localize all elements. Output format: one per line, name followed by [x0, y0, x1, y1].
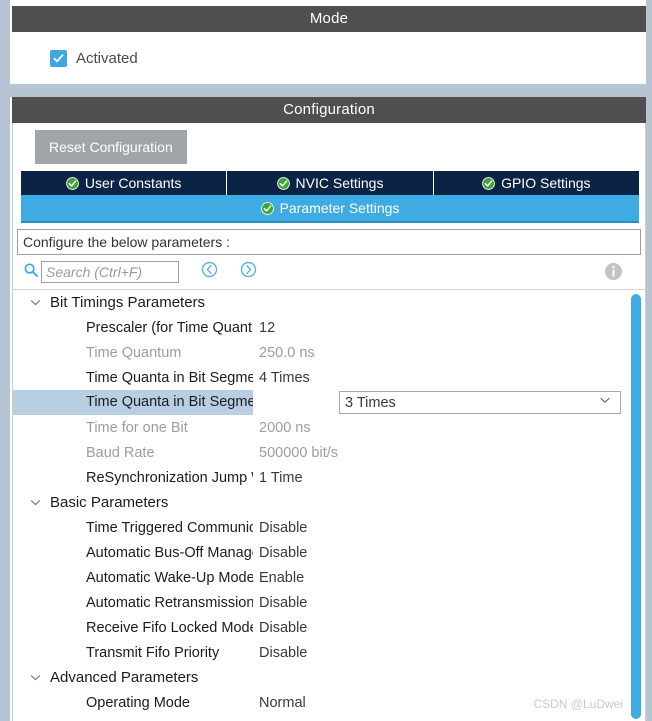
parameter-value: 12 — [259, 319, 276, 336]
activated-checkbox[interactable] — [50, 49, 67, 67]
parameter-name: Receive Fifo Locked Mode — [86, 619, 253, 636]
checkmark-icon — [53, 53, 64, 62]
parameter-name: ReSynchronization Jump Width — [86, 469, 253, 486]
parameter-value: Disable — [259, 544, 308, 561]
parameter-name: Transmit Fifo Priority — [86, 644, 220, 661]
search-next-button[interactable] — [240, 261, 257, 283]
parameter-name: Automatic Wake-Up Mode — [86, 569, 253, 586]
parameter-name: Time Quanta in Bit Segment 2 — [13, 390, 253, 415]
configure-hint-text: Configure the below parameters : — [17, 229, 641, 255]
search-toolbar — [13, 255, 645, 289]
group-label: Advanced Parameters — [50, 669, 199, 686]
search-icon — [23, 262, 39, 283]
reset-configuration-button[interactable]: Reset Configuration — [35, 130, 187, 164]
parameter-name: Time Quantum — [86, 344, 182, 361]
parameter-row[interactable]: Baud Rate 500000 bit/s — [13, 440, 645, 465]
parameter-row[interactable]: ReSynchronization Jump Width 1 Time — [13, 465, 645, 490]
reset-button-area: Reset Configuration — [13, 123, 645, 171]
parameter-name: Time Quanta in Bit Segment 1 — [86, 369, 253, 386]
activated-checkbox-label: Activated — [76, 49, 138, 67]
parameter-group-advanced-parameters[interactable]: Advanced Parameters — [13, 665, 645, 690]
green-check-icon — [482, 176, 495, 190]
parameter-row[interactable]: Time for one Bit 2000 ns — [13, 415, 645, 440]
parameter-row[interactable]: Automatic Retransmission Disable — [13, 590, 645, 615]
tab-label: NVIC Settings — [295, 175, 384, 191]
parameter-list-scrollbar[interactable] — [631, 294, 641, 719]
parameter-row[interactable]: Prescaler (for Time Quantum) 12 — [13, 315, 645, 340]
info-icon[interactable] — [604, 262, 623, 286]
parameter-combobox[interactable]: 3 Times — [339, 391, 621, 414]
chevron-down-icon[interactable] — [29, 496, 42, 509]
left-gutter — [0, 0, 10, 721]
tab-user-constants[interactable]: User Constants — [21, 171, 228, 195]
tab-gpio-settings[interactable]: GPIO Settings — [433, 171, 639, 195]
parameter-value: Disable — [259, 519, 308, 536]
tab-parameter-settings[interactable]: Parameter Settings — [21, 195, 639, 221]
tab-bar-row-1: User Constants NVIC Settings GPIO Settings — [21, 171, 639, 195]
chevron-down-icon[interactable] — [29, 296, 42, 309]
parameter-value: 3 Times — [345, 394, 396, 411]
parameter-row[interactable]: Operating Mode Normal — [13, 690, 645, 715]
tab-nvic-settings[interactable]: NVIC Settings — [227, 171, 434, 195]
parameter-value: 1 Time — [259, 469, 303, 486]
configuration-section-header: Configuration — [12, 97, 646, 123]
tab-label: GPIO Settings — [501, 175, 591, 191]
mode-section-header: Mode — [12, 6, 646, 32]
parameter-name: Prescaler (for Time Quantum) — [86, 319, 253, 336]
parameter-row[interactable]: Automatic Bus-Off Management Disable — [13, 540, 645, 565]
parameter-name: Time for one Bit — [86, 419, 188, 436]
parameter-name: Automatic Bus-Off Management — [86, 544, 253, 561]
parameter-row[interactable]: Receive Fifo Locked Mode Disable — [13, 615, 645, 640]
group-label: Bit Timings Parameters — [50, 294, 206, 311]
parameter-list: Bit Timings Parameters Prescaler (for Tim… — [13, 289, 645, 721]
parameter-row[interactable]: Time Quanta in Bit Segment 2 3 Times — [13, 390, 645, 415]
mode-section-body: Activated — [12, 32, 646, 84]
parameter-name: Operating Mode — [86, 694, 190, 711]
parameter-row[interactable]: Time Quanta in Bit Segment 1 4 Times — [13, 365, 645, 390]
parameter-value: 4 Times — [259, 369, 310, 386]
parameter-value: Enable — [259, 569, 305, 586]
parameter-value: Disable — [259, 594, 308, 611]
activated-checkbox-row[interactable]: Activated — [50, 49, 138, 67]
parameter-value: 250.0 ns — [259, 344, 315, 361]
tab-label: User Constants — [84, 175, 182, 191]
stm32cubemx-can-config-panel: Mode Activated Configuration Reset Confi… — [0, 0, 652, 721]
parameter-row[interactable]: Time Quantum 250.0 ns — [13, 340, 645, 365]
parameter-row[interactable]: Automatic Wake-Up Mode Enable — [13, 565, 645, 590]
parameter-name: Baud Rate — [86, 444, 155, 461]
tab-bar-row-2: Parameter Settings — [21, 195, 639, 223]
parameter-value: Disable — [259, 644, 308, 661]
scrollbar-thumb[interactable] — [631, 294, 641, 719]
parameter-row[interactable]: Transmit Fifo Priority Disable — [13, 640, 645, 665]
parameter-row[interactable]: Time Triggered Communication M. Disable — [13, 515, 645, 540]
parameter-value: 2000 ns — [259, 419, 311, 436]
parameter-name: Time Triggered Communication M. — [86, 519, 253, 536]
parameter-value: Normal — [259, 694, 306, 711]
green-check-icon — [276, 176, 290, 190]
chevron-down-icon[interactable] — [598, 393, 612, 412]
parameter-group-basic-parameters[interactable]: Basic Parameters — [13, 490, 645, 515]
parameter-name: Automatic Retransmission — [86, 594, 253, 611]
chevron-down-icon[interactable] — [29, 671, 42, 684]
green-check-icon — [260, 201, 274, 215]
section-gap — [0, 84, 652, 97]
green-check-icon — [66, 176, 79, 190]
right-gutter — [646, 0, 652, 721]
search-previous-button[interactable] — [201, 261, 218, 283]
group-label: Basic Parameters — [50, 494, 169, 511]
parameter-rows-container: Bit Timings Parameters Prescaler (for Tim… — [13, 290, 645, 715]
parameter-value: 500000 bit/s — [259, 444, 339, 461]
tab-label: Parameter Settings — [279, 200, 400, 216]
parameter-group-bit-timings-parameters[interactable]: Bit Timings Parameters — [13, 290, 645, 315]
parameter-value: Disable — [259, 619, 308, 636]
configuration-section-body: Reset Configuration User Constants NVIC S… — [12, 123, 646, 721]
search-input[interactable] — [41, 261, 179, 283]
